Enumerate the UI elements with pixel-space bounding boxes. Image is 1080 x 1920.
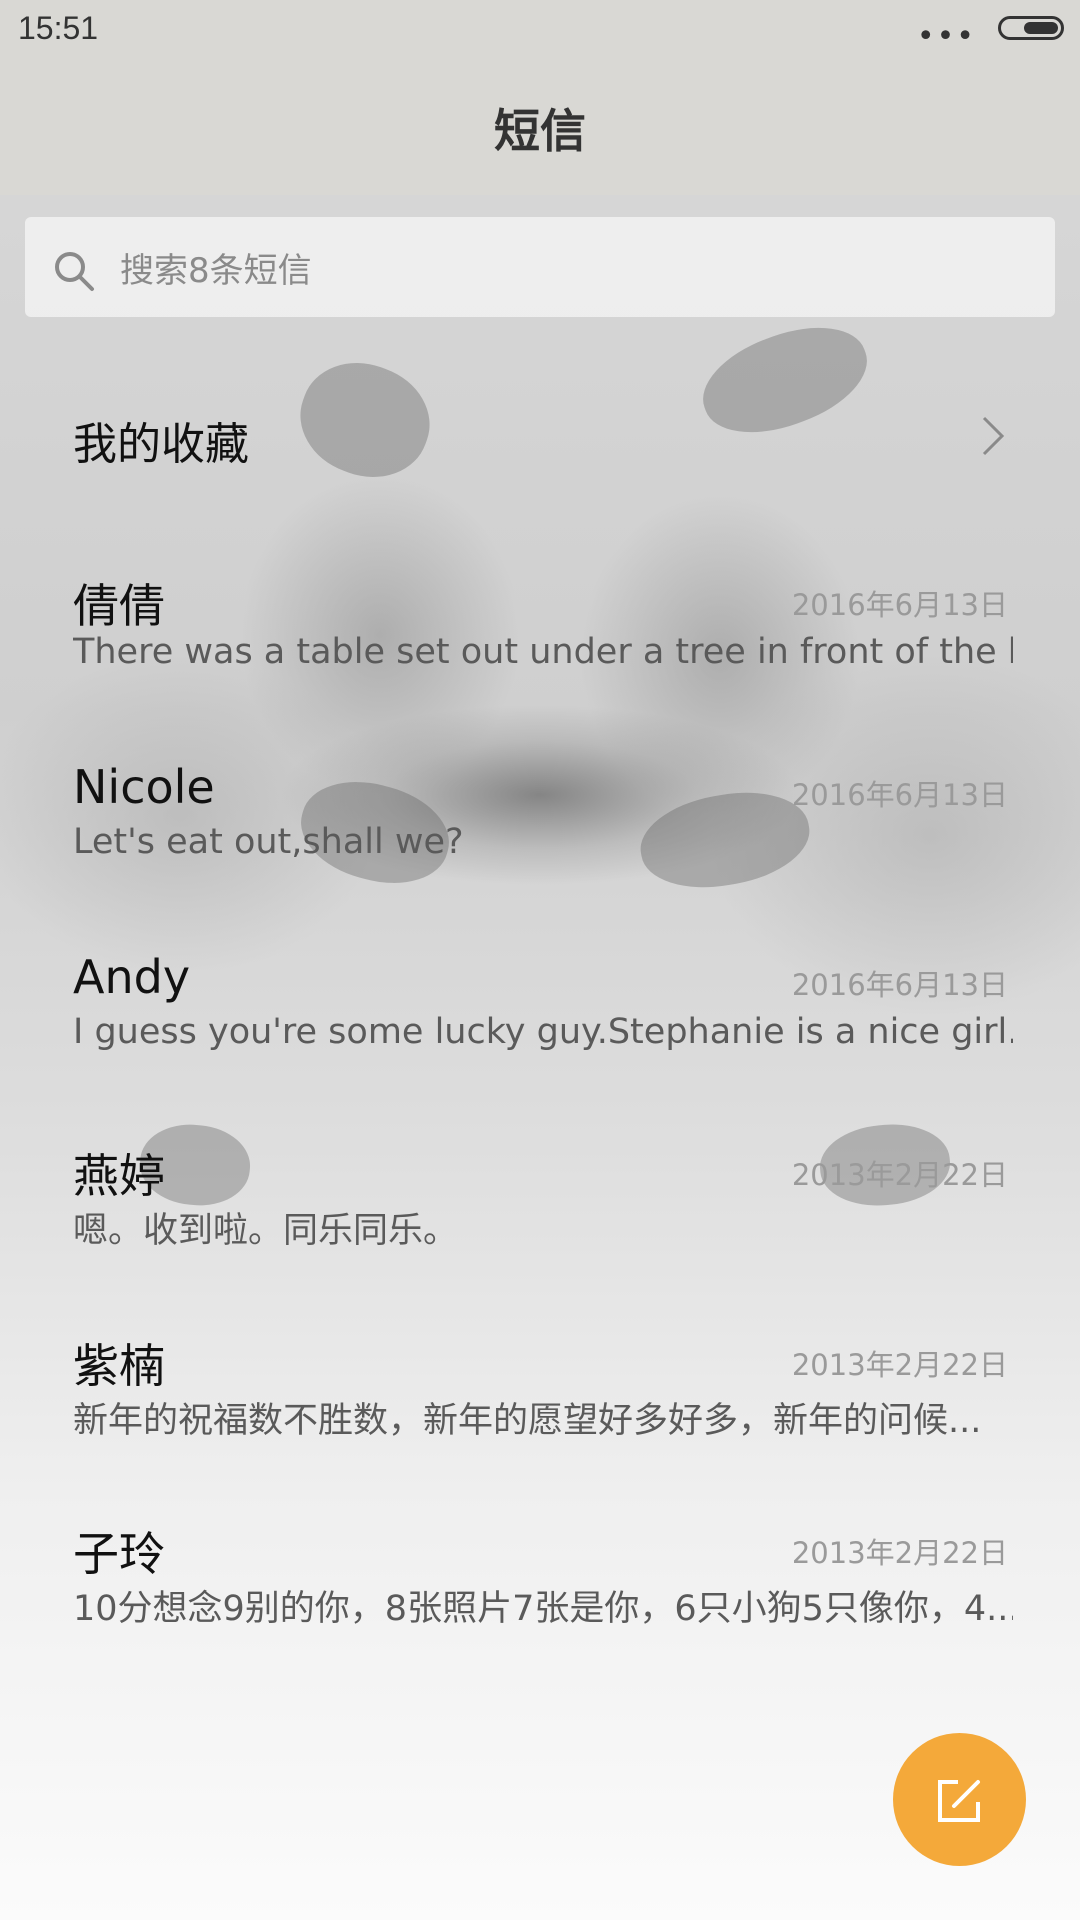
status-time: 15:51 [18,10,99,46]
contact-name: 倩倩 [73,579,165,633]
message-preview: Let's eat out,shall we? [73,822,464,862]
conversation-item[interactable]: Nicole 2016年6月13日 Let's eat out,shall we… [0,760,1080,910]
compose-button[interactable] [893,1733,1026,1866]
page-title: 短信 [494,104,586,158]
conversation-item[interactable]: 紫楠 2013年2月22日 新年的祝福数不胜数，新年的愿望好多好多，新年的问候.… [0,1330,1080,1480]
contact-name: Nicole [73,760,215,814]
search-input[interactable]: 搜索8条短信 [25,217,1055,317]
message-preview: I guess you're some lucky guy.Stephanie … [73,1012,1013,1052]
contact-name: 燕婷 [73,1149,165,1203]
battery-level [1024,22,1058,34]
favorites-label: 我的收藏 [73,419,249,470]
chevron-right-icon [982,416,1005,456]
conversation-item[interactable]: 倩倩 2016年6月13日 There was a table set out … [0,570,1080,720]
message-preview: 嗯。收到啦。同乐同乐。 [73,1211,459,1251]
search-icon [55,252,94,291]
message-date: 2013年2月22日 [791,1158,1008,1192]
contact-name: Andy [73,950,191,1004]
message-preview: 新年的祝福数不胜数，新年的愿望好多好多，新年的问候... [73,1401,982,1441]
conversation-item[interactable]: 子玲 2013年2月22日 10分想念9别的你，8张照片7张是你，6只小狗5只像… [0,1518,1080,1668]
message-preview: 10分想念9别的你，8张照片7张是你，6只小狗5只像你，4... [73,1589,1013,1629]
message-date: 2016年6月13日 [791,588,1008,622]
message-date: 2013年2月22日 [791,1536,1008,1570]
signal-dots-icon: ••• [916,19,976,54]
search-placeholder: 搜索8条短信 [120,251,312,291]
contact-name: 子玲 [73,1527,165,1581]
favorites-row[interactable]: 我的收藏 [0,390,1080,480]
message-date: 2016年6月13日 [791,778,1008,812]
battery-icon [998,16,1064,40]
conversation-item[interactable]: 燕婷 2013年2月22日 嗯。收到啦。同乐同乐。 [0,1140,1080,1290]
message-preview: There was a table set out under a tree i… [73,632,1013,672]
top-bar: 15:51 ••• 短信 [0,0,1080,195]
message-date: 2013年2月22日 [791,1348,1008,1382]
conversation-item[interactable]: Andy 2016年6月13日 I guess you're some luck… [0,950,1080,1100]
contact-name: 紫楠 [73,1339,165,1393]
message-date: 2016年6月13日 [791,968,1008,1002]
compose-icon [938,1780,980,1822]
